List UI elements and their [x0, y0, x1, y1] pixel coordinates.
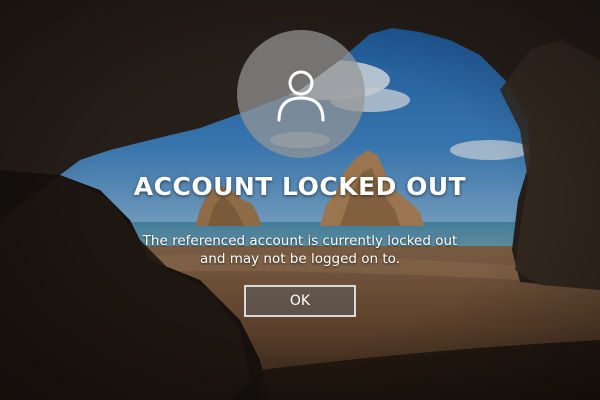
ok-button[interactable]: OK: [244, 285, 356, 317]
user-avatar: [237, 30, 365, 158]
user-icon: [277, 70, 325, 122]
lockout-message-line-2: and may not be logged on to.: [200, 251, 400, 267]
lockout-message: The referenced account is currently lock…: [100, 232, 500, 268]
lockout-title: ACCOUNT LOCKED OUT: [133, 172, 467, 201]
lock-screen: ACCOUNT LOCKED OUT The referenced accoun…: [0, 0, 600, 400]
lockout-message-line-1: The referenced account is currently lock…: [142, 233, 458, 249]
